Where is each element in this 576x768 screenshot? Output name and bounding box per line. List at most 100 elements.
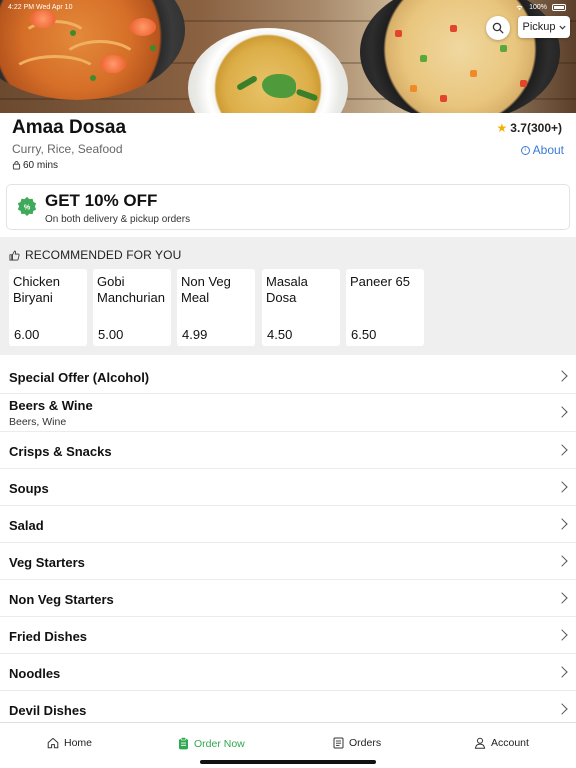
category-label: Noodles (9, 666, 61, 681)
offer-banner[interactable]: % GET 10% OFF On both delivery & pickup … (6, 184, 570, 230)
bag-icon (12, 161, 21, 170)
category-label: Salad (9, 518, 44, 533)
chevron-right-icon (556, 629, 568, 641)
thumbs-up-icon (9, 250, 20, 260)
search-button[interactable] (486, 16, 510, 40)
recommended-item-price: 4.99 (182, 327, 208, 342)
nav-orders[interactable]: Orders (333, 737, 381, 749)
discount-badge-icon: % (17, 196, 37, 216)
category-row[interactable]: Noodles (0, 654, 576, 691)
veg-piece (500, 45, 507, 52)
veg-piece (420, 55, 427, 62)
veg-piece (470, 70, 477, 77)
cuisine-list: Curry, Rice, Seafood (12, 142, 123, 156)
recommended-item-price: 4.50 (267, 327, 293, 342)
restaurant-name: Amaa Dosaa (12, 117, 127, 138)
chevron-right-icon (556, 444, 568, 456)
category-row[interactable]: Special Offer (Alcohol) (0, 358, 576, 394)
rating: ★ 3.7(300+) (497, 121, 562, 135)
veg-piece (520, 80, 527, 87)
shrimp (130, 18, 156, 36)
eta-value: 60 mins (23, 160, 59, 171)
home-icon (47, 737, 59, 749)
category-row[interactable]: Non Veg Starters (0, 580, 576, 617)
category-row[interactable]: Fried Dishes (0, 617, 576, 654)
about-label: About (532, 143, 564, 157)
chevron-right-icon (556, 592, 568, 604)
star-icon: ★ (496, 121, 508, 135)
chevron-right-icon (556, 370, 568, 382)
delivery-time: 60 mins (12, 160, 58, 171)
curry-bowl-image (188, 28, 348, 113)
recommended-item-name: Gobi Manchurian (97, 274, 165, 305)
recommended-section: RECOMMENDED FOR YOU Chicken Biryani 6.00… (0, 237, 576, 355)
wifi-icon (516, 5, 523, 11)
nav-order-now-label: Order Now (194, 737, 245, 750)
recommended-item-name: Chicken Biryani (13, 274, 60, 305)
category-label: Special Offer (Alcohol) (9, 370, 150, 385)
recommended-item-price: 5.00 (98, 327, 124, 342)
recommended-item-price: 6.50 (351, 327, 377, 342)
recommended-heading: RECOMMENDED FOR YOU (9, 248, 181, 262)
chevron-right-icon (556, 406, 568, 418)
battery-icon (552, 4, 566, 11)
veg-piece (450, 25, 457, 32)
chevron-right-icon (556, 518, 568, 530)
category-row[interactable]: Beers & Wine Beers, Wine (0, 394, 576, 432)
category-row[interactable]: Devil Dishes (0, 691, 576, 722)
category-row[interactable]: Veg Starters (0, 543, 576, 580)
recommended-item[interactable]: Paneer 65 6.50 (346, 269, 424, 346)
category-label: Fried Dishes (9, 629, 88, 644)
pickup-mode-dropdown[interactable]: Pickup (518, 16, 570, 38)
status-right: 100% (515, 4, 566, 11)
info-icon: i (520, 145, 530, 155)
category-row[interactable]: Salad (0, 506, 576, 543)
recommended-item-price: 6.00 (14, 327, 40, 342)
veg-piece (395, 30, 402, 37)
category-label: Devil Dishes (9, 703, 87, 718)
orders-icon (333, 737, 344, 749)
hero-banner: 4:22 PM Wed Apr 10 100% Pickup (0, 0, 576, 113)
category-label: Non Veg Starters (9, 592, 114, 607)
recommended-item[interactable]: Gobi Manchurian 5.00 (93, 269, 171, 346)
recommended-item-name: Non Veg Meal (181, 274, 231, 305)
mint-garnish (262, 74, 296, 98)
chevron-down-icon (558, 25, 566, 30)
category-label: Veg Starters (9, 555, 85, 570)
pickup-label: Pickup (522, 21, 556, 33)
chevron-right-icon (556, 555, 568, 567)
nav-order-now[interactable]: Order Now (178, 737, 245, 750)
svg-text:%: % (24, 202, 31, 211)
offer-title: GET 10% OFF (45, 191, 158, 210)
about-link[interactable]: i About (520, 143, 564, 157)
veg-piece (440, 95, 447, 102)
recommended-item-name: Paneer 65 (350, 274, 410, 289)
recommended-item-name: Masala Dosa (266, 274, 308, 305)
shrimp (100, 55, 126, 73)
recommended-item[interactable]: Chicken Biryani 6.00 (9, 269, 87, 346)
category-label: Crisps & Snacks (9, 444, 112, 459)
category-row[interactable]: Soups (0, 469, 576, 506)
account-icon (474, 737, 486, 749)
status-time: 4:22 PM Wed Apr 10 (8, 4, 73, 11)
herb (70, 30, 76, 36)
category-subtitle: Beers, Wine (9, 416, 67, 428)
category-row[interactable]: Crisps & Snacks (0, 432, 576, 469)
order-icon (179, 737, 188, 750)
nav-account-label: Account (491, 737, 529, 749)
rating-value: 3.7(300+) (510, 121, 562, 135)
nav-home-label: Home (64, 737, 93, 749)
nav-home[interactable]: Home (47, 737, 92, 749)
herb (150, 45, 156, 51)
recommended-item[interactable]: Non Veg Meal 4.99 (177, 269, 255, 346)
chevron-right-icon (556, 703, 568, 715)
nav-account[interactable]: Account (474, 737, 529, 749)
chevron-right-icon (556, 666, 568, 678)
chevron-right-icon (556, 481, 568, 493)
nav-orders-label: Orders (349, 737, 382, 749)
battery-percent: 100% (529, 4, 547, 11)
pasta-strand (10, 55, 100, 95)
home-indicator[interactable] (200, 760, 376, 764)
recommended-item[interactable]: Masala Dosa 4.50 (262, 269, 340, 346)
status-bar: 4:22 PM Wed Apr 10 100% (0, 2, 576, 14)
